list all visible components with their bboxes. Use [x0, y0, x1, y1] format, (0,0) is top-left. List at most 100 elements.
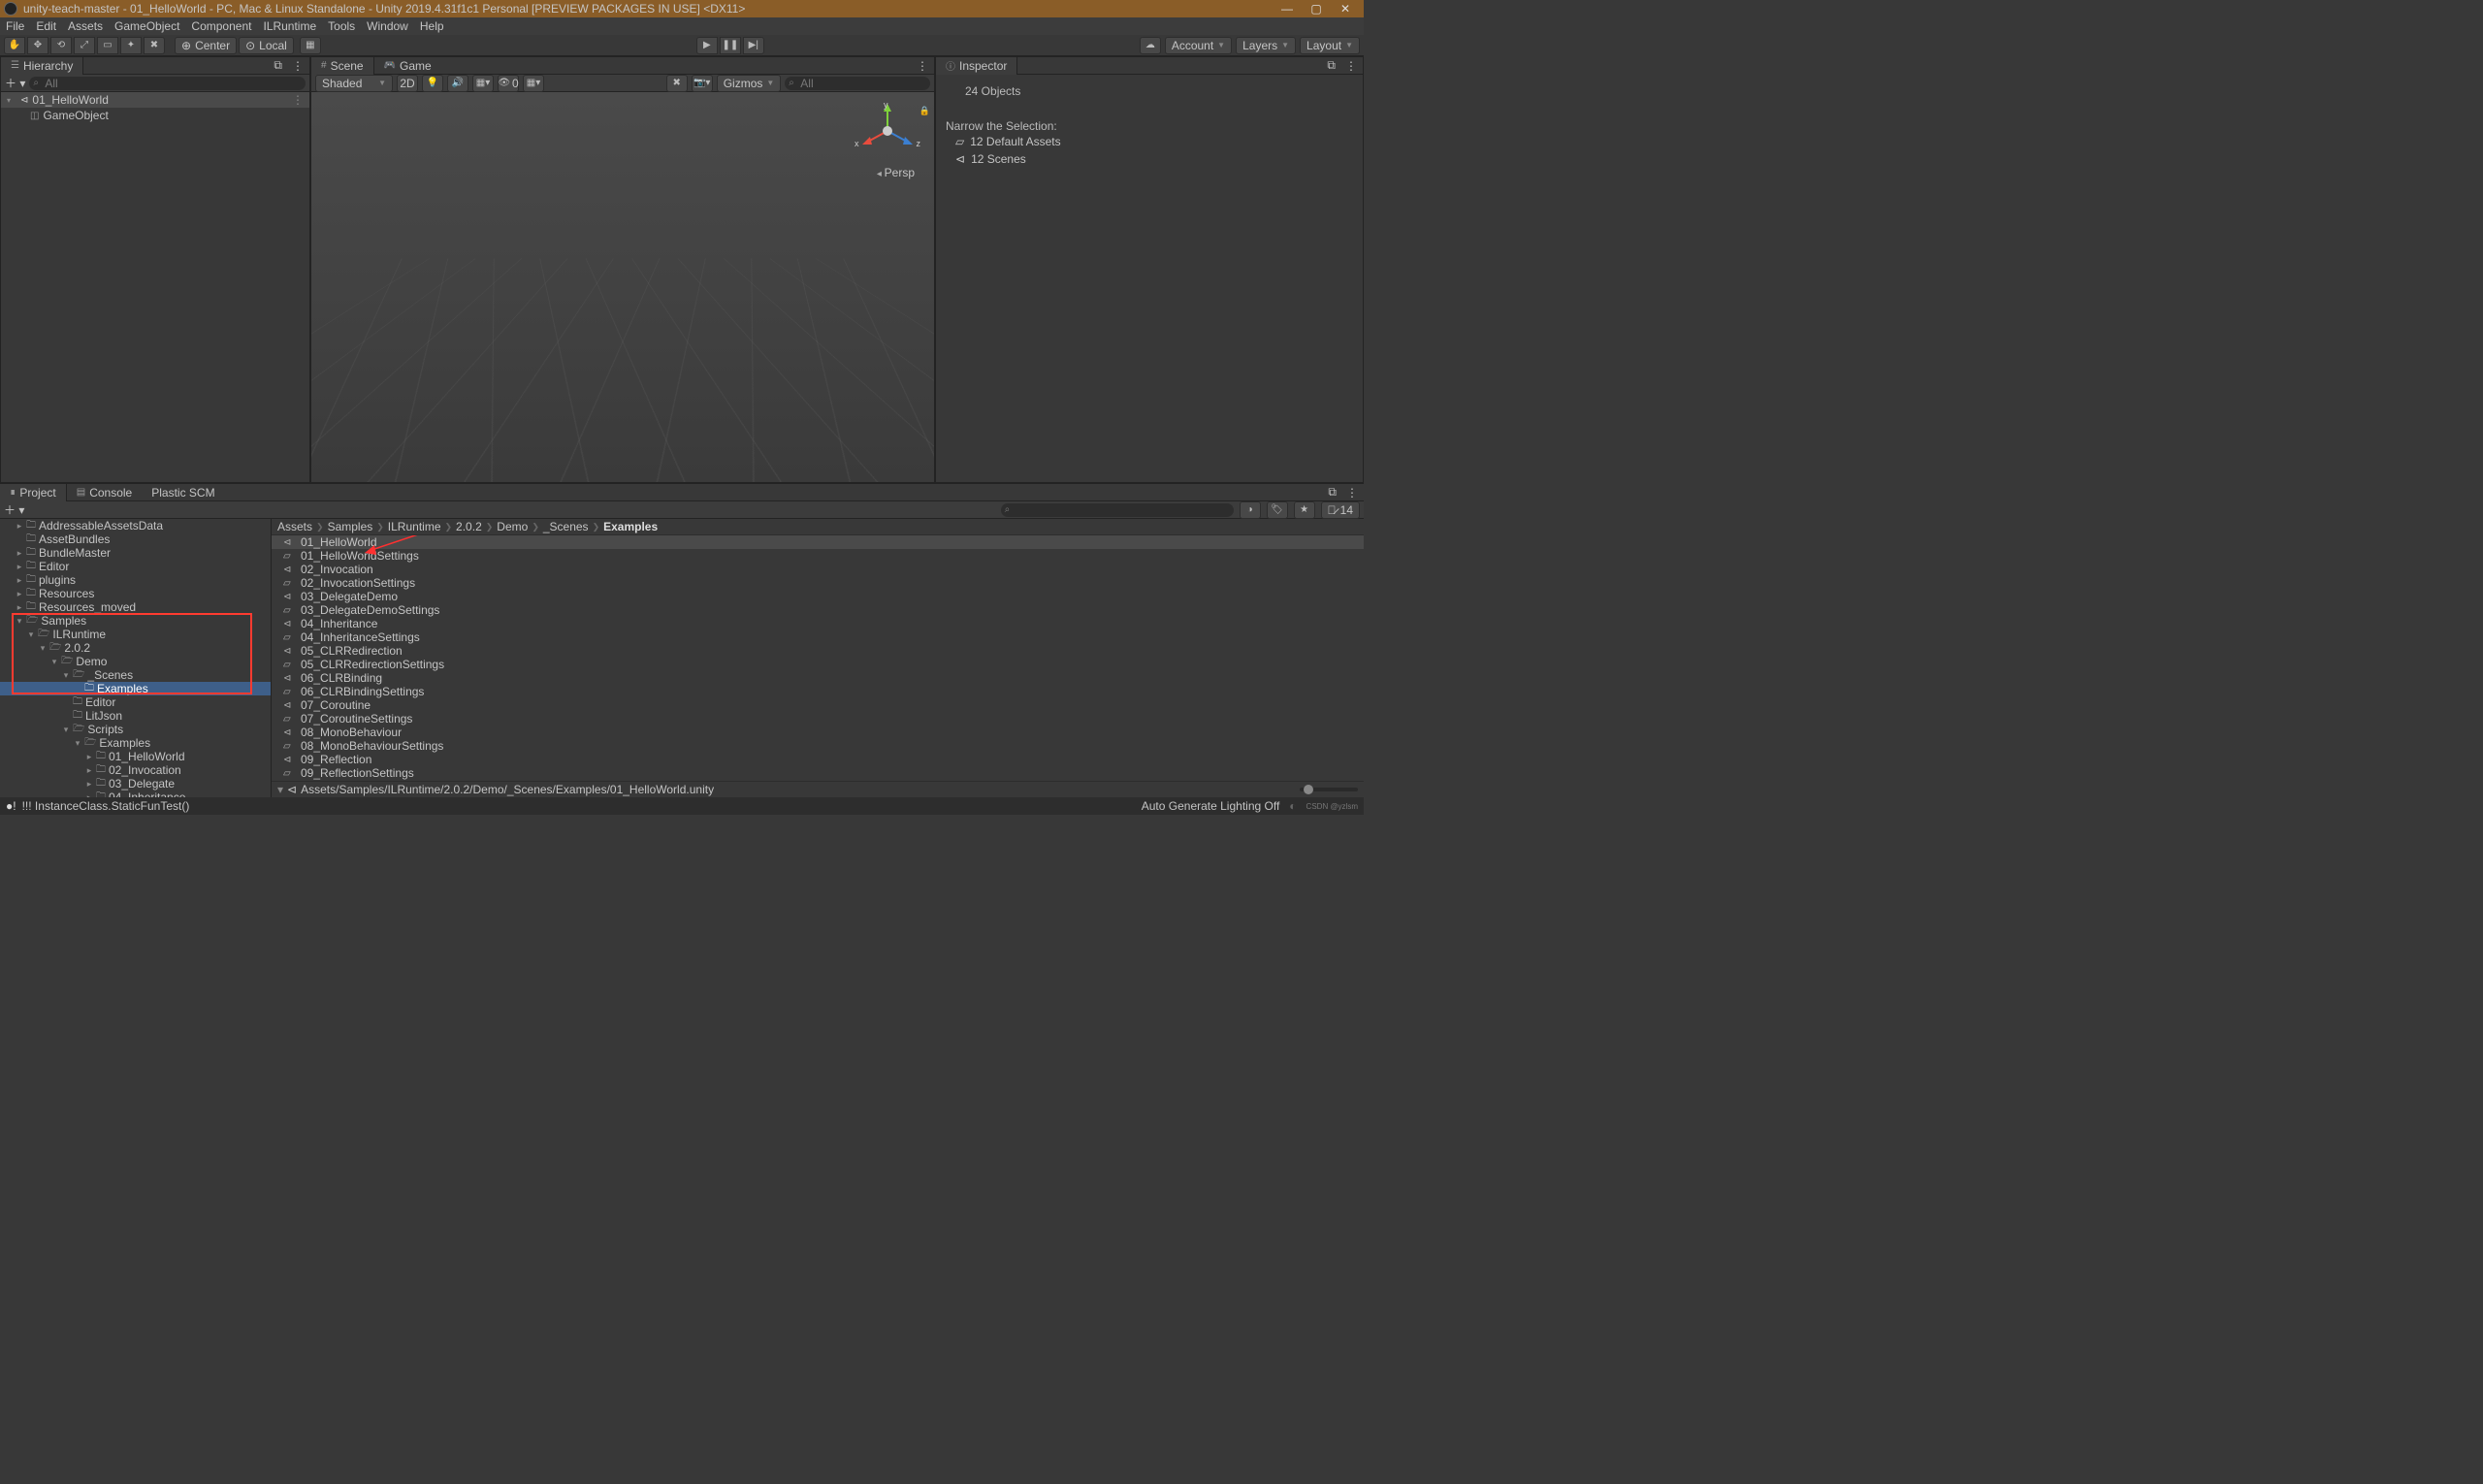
- scene-tab[interactable]: #Scene: [311, 57, 374, 75]
- camera-icon[interactable]: 📷▾: [692, 75, 713, 92]
- tree-item-examples[interactable]: 🗀Examples: [0, 682, 271, 695]
- gizmos-dropdown[interactable]: Gizmos▼: [717, 75, 782, 92]
- create-dropdown[interactable]: ＋ ▾: [5, 75, 25, 91]
- breadcrumb-item[interactable]: Examples: [603, 520, 658, 533]
- account-dropdown[interactable]: Account▼: [1165, 37, 1232, 54]
- scene-search[interactable]: All: [785, 77, 930, 90]
- error-icon[interactable]: ●!: [6, 799, 16, 813]
- foldout-icon[interactable]: ▾: [62, 670, 70, 681]
- pause-button[interactable]: ❚❚: [720, 37, 741, 54]
- scale-tool-button[interactable]: ⤢: [74, 37, 95, 54]
- footer-foldout-icon[interactable]: ▾: [277, 783, 283, 796]
- grid-toggle[interactable]: ▦▾: [523, 75, 544, 92]
- file-item-03_delegatedemosettings[interactable]: ▱03_DelegateDemoSettings: [272, 603, 1364, 617]
- tree-item-litjson[interactable]: 🗀LitJson: [0, 709, 271, 723]
- step-button[interactable]: ▶|: [743, 37, 764, 54]
- hidden-toggle[interactable]: 👁0: [498, 75, 519, 92]
- tree-item-ilruntime[interactable]: ▾🗁ILRuntime: [0, 628, 271, 641]
- hand-tool-button[interactable]: ✋: [4, 37, 25, 54]
- file-item-02_invocation[interactable]: ⊲02_Invocation: [272, 563, 1364, 576]
- move-tool-button[interactable]: ✥: [27, 37, 48, 54]
- foldout-icon[interactable]: ▾: [39, 643, 47, 654]
- inspector-filter-scenes[interactable]: ⊲12 Scenes: [946, 150, 1353, 168]
- tool-settings-icon[interactable]: ✖: [666, 75, 688, 92]
- plastic-scm-tab[interactable]: Plastic SCM: [142, 484, 224, 501]
- foldout-icon[interactable]: ▸: [16, 562, 23, 572]
- menu-help[interactable]: Help: [420, 19, 444, 33]
- tree-item-01_helloworld[interactable]: ▸🗀01_HelloWorld: [0, 750, 271, 763]
- popout-icon[interactable]: ⧉: [270, 58, 286, 73]
- hierarchy-tab[interactable]: ☰Hierarchy: [1, 57, 83, 75]
- project-search[interactable]: [1001, 503, 1234, 517]
- foldout-icon[interactable]: ▾: [74, 738, 81, 749]
- foldout-icon[interactable]: ▾: [16, 616, 23, 627]
- tree-item-resources[interactable]: ▸🗀Resources: [0, 587, 271, 600]
- play-button[interactable]: ▶: [696, 37, 718, 54]
- create-dropdown[interactable]: ＋ ▾: [4, 501, 24, 518]
- filter-by-label-icon[interactable]: 🏷: [1267, 501, 1288, 519]
- hidden-count-toggle[interactable]: 👁̷14: [1321, 501, 1360, 519]
- file-item-09_reflectionsettings[interactable]: ▱09_ReflectionSettings: [272, 766, 1364, 780]
- menu-component[interactable]: Component: [191, 19, 251, 33]
- tree-item-2.0.2[interactable]: ▾🗁2.0.2: [0, 641, 271, 655]
- tree-item-03_delegate[interactable]: ▸🗀03_Delegate: [0, 777, 271, 790]
- foldout-icon[interactable]: ▸: [85, 765, 93, 776]
- file-item-06_clrbindingsettings[interactable]: ▱06_CLRBindingSettings: [272, 685, 1364, 698]
- foldout-icon[interactable]: ▸: [85, 752, 93, 762]
- tree-item-04_inheritance[interactable]: ▸🗀04_Inheritance: [0, 790, 271, 797]
- scene-context-icon[interactable]: ⋮: [292, 93, 304, 107]
- file-item-04_inheritance[interactable]: ⊲04_Inheritance: [272, 617, 1364, 630]
- breadcrumb-item[interactable]: Assets: [277, 520, 312, 533]
- lock-gizmo-icon[interactable]: 🔒: [919, 106, 930, 116]
- custom-tool-button[interactable]: ✖: [144, 37, 165, 54]
- foldout-icon[interactable]: ▸: [16, 602, 23, 613]
- context-menu-icon[interactable]: ⋮: [911, 59, 934, 73]
- context-menu-icon[interactable]: ⋮: [286, 59, 309, 73]
- tree-item-bundlemaster[interactable]: ▸🗀BundleMaster: [0, 546, 271, 560]
- save-search-icon[interactable]: ★: [1294, 501, 1315, 519]
- tree-item-editor[interactable]: ▸🗀Editor: [0, 560, 271, 573]
- context-menu-icon[interactable]: ⋮: [1339, 59, 1363, 73]
- tree-item-02_invocation[interactable]: ▸🗀02_Invocation: [0, 763, 271, 777]
- tree-item-plugins[interactable]: ▸🗀plugins: [0, 573, 271, 587]
- breadcrumb-item[interactable]: 2.0.2: [456, 520, 482, 533]
- breadcrumb-item[interactable]: ILRuntime: [388, 520, 441, 533]
- file-item-06_clrbinding[interactable]: ⊲06_CLRBinding: [272, 671, 1364, 685]
- menu-gameobject[interactable]: GameObject: [114, 19, 179, 33]
- tree-item-editor[interactable]: 🗀Editor: [0, 695, 271, 709]
- file-item-02_invocationsettings[interactable]: ▱02_InvocationSettings: [272, 576, 1364, 590]
- context-menu-icon[interactable]: ⋮: [1340, 486, 1364, 500]
- tree-item-resources_moved[interactable]: ▸🗀Resources_moved: [0, 600, 271, 614]
- rotate-tool-button[interactable]: ⟲: [50, 37, 72, 54]
- menu-file[interactable]: File: [6, 19, 24, 33]
- inspector-tab[interactable]: ⓘInspector: [936, 57, 1017, 75]
- breadcrumb-item[interactable]: _Scenes: [543, 520, 589, 533]
- lighting-toggle[interactable]: 💡: [422, 75, 443, 92]
- file-item-03_delegatedemo[interactable]: ⊲03_DelegateDemo: [272, 590, 1364, 603]
- transform-tool-button[interactable]: ✦: [120, 37, 142, 54]
- menu-assets[interactable]: Assets: [68, 19, 103, 33]
- menu-ilruntime[interactable]: ILRuntime: [263, 19, 316, 33]
- menu-tools[interactable]: Tools: [328, 19, 355, 33]
- cloud-button[interactable]: ☁: [1140, 37, 1161, 54]
- foldout-icon[interactable]: ▾: [7, 96, 16, 105]
- audio-toggle[interactable]: 🔊: [447, 75, 468, 92]
- foldout-icon[interactable]: ▾: [27, 629, 35, 640]
- shading-dropdown[interactable]: Shaded▼: [315, 75, 393, 92]
- mode-2d-toggle[interactable]: 2D: [397, 75, 418, 92]
- layers-dropdown[interactable]: Layers▼: [1236, 37, 1296, 54]
- thumbnail-size-slider[interactable]: [1300, 788, 1358, 791]
- foldout-icon[interactable]: ▸: [16, 575, 23, 586]
- file-item-05_clrredirection[interactable]: ⊲05_CLRRedirection: [272, 644, 1364, 658]
- projection-label[interactable]: ◂ Persp: [877, 166, 915, 179]
- console-tab[interactable]: ▤Console: [67, 484, 142, 501]
- foldout-icon[interactable]: ▸: [16, 521, 23, 532]
- scene-viewport[interactable]: y x z 🔒 ◂ Persp: [311, 92, 934, 482]
- file-item-07_coroutinesettings[interactable]: ▱07_CoroutineSettings: [272, 712, 1364, 726]
- foldout-icon[interactable]: ▾: [50, 657, 58, 667]
- pivot-center-toggle[interactable]: ⊕Center: [175, 37, 237, 54]
- project-breadcrumb[interactable]: Assets❯Samples❯ILRuntime❯2.0.2❯Demo❯_Sce…: [272, 519, 1364, 535]
- project-file-list[interactable]: ⊲01_HelloWorld▱01_HelloWorldSettings⊲02_…: [272, 535, 1364, 781]
- filter-by-type-icon[interactable]: ◑: [1240, 501, 1261, 519]
- menu-edit[interactable]: Edit: [36, 19, 56, 33]
